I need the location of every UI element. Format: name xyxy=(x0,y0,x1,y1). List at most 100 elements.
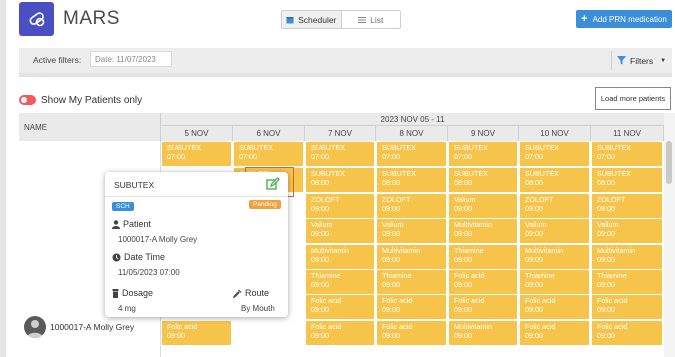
popup-medication-title: SUBUTEX xyxy=(114,180,155,190)
dose-cell[interactable]: ZOLOFT 09:00 xyxy=(520,194,589,218)
status-badge: Pending xyxy=(249,200,281,209)
dose-time: 09:00 xyxy=(311,255,329,264)
dose-medication-name: ZOLOFT xyxy=(311,195,340,204)
dose-time: 09:00 xyxy=(311,305,329,314)
dose-medication-name: Valium xyxy=(382,220,404,229)
dose-time: 09:00 xyxy=(382,305,400,314)
dose-time: 09:00 xyxy=(525,204,543,213)
dose-time: 09:00 xyxy=(597,305,615,314)
my-patients-toggle[interactable] xyxy=(19,95,36,105)
dose-cell[interactable]: Folic acid 09:00 xyxy=(162,321,231,345)
dose-cell[interactable]: Multivitamin 09:00 xyxy=(592,245,662,269)
dosage-section-label: Dosage xyxy=(112,288,153,298)
dose-medication-name: Folic acid xyxy=(382,322,413,331)
dose-cell[interactable]: SUBUTEX08:00 xyxy=(377,168,446,192)
dose-time: 09:00 xyxy=(525,331,543,340)
dose-medication-name: Thiamine xyxy=(311,271,341,280)
dose-cell[interactable]: Folic acid 09:00 xyxy=(377,321,446,345)
dose-cell[interactable]: Thiamine 09:00 xyxy=(449,245,517,269)
dose-time: 09:00 xyxy=(454,280,472,289)
dose-cell[interactable]: Folic acid 09:00 xyxy=(377,295,446,319)
dose-cell[interactable]: Valium 09:00 xyxy=(377,219,446,243)
dose-cell[interactable]: Folic acid 09:00 xyxy=(306,321,374,345)
day-header-4: 9 NOV xyxy=(448,126,519,141)
dose-time: 09:00 xyxy=(597,255,615,264)
dose-time: 09:00 xyxy=(311,280,329,289)
dose-cell[interactable]: SUBUTEX08:00 xyxy=(306,168,374,192)
dose-cell[interactable]: SUBUTEX 07:00 xyxy=(377,142,446,166)
dose-cell[interactable]: ZOLOFT 09:00 xyxy=(377,194,446,218)
dose-cell[interactable]: Folic acid 09:00 xyxy=(520,321,589,345)
dose-cell[interactable]: Folic acid 09:00 xyxy=(449,270,517,294)
filter-bar-divider xyxy=(19,73,672,77)
dose-cell[interactable]: Folic acid 09:00 xyxy=(449,295,517,319)
scrollbar-thumb[interactable] xyxy=(666,141,672,184)
dose-cell[interactable]: SUBUTEX 07:00 xyxy=(162,142,231,166)
dose-medication-name: SUBUTEX xyxy=(311,169,345,178)
dose-cell[interactable]: Multivitamin 09:00 xyxy=(377,245,446,269)
dose-cell[interactable]: Multivitamin 09:00 xyxy=(520,245,589,269)
name-column-header[interactable]: NAME xyxy=(19,113,161,141)
dose-cell[interactable]: SUBUTEX08:00 xyxy=(520,168,589,192)
edit-icon[interactable] xyxy=(266,177,280,191)
dose-cell[interactable]: Thiamine 09:00 xyxy=(592,270,662,294)
dose-medication-name: Multivitamin xyxy=(454,220,492,229)
active-filters-label: Active filters: xyxy=(33,55,82,65)
route-section-label: Route xyxy=(233,288,269,298)
dose-cell[interactable]: SUBUTEX 07:00 xyxy=(592,142,662,166)
date-filter-field[interactable]: Date: 11/07/2023 xyxy=(90,51,172,67)
dose-cell[interactable]: SUBUTEX 07:00 xyxy=(306,142,374,166)
dose-cell[interactable]: Multivitamin 09:00 xyxy=(449,321,517,345)
dose-medication-name: Thiamine xyxy=(597,271,627,280)
dose-time: 09:00 xyxy=(525,255,543,264)
day-header-5: 10 NOV xyxy=(519,126,591,141)
dose-time: 09:00 xyxy=(597,331,615,340)
route-label-text: Route xyxy=(245,288,270,298)
dose-cell[interactable]: Folic acid 09:00 xyxy=(520,295,589,319)
dose-cell[interactable]: ZOLOFT 09:00 xyxy=(592,194,662,218)
dose-cell[interactable]: SUBUTEX08:00 xyxy=(449,168,517,192)
dose-cell[interactable]: Folic acid 09:00 xyxy=(306,295,374,319)
tab-list[interactable]: List xyxy=(342,11,401,28)
dose-cell[interactable]: SUBUTEX08:00 xyxy=(592,168,662,192)
tab-scheduler[interactable]: Scheduler xyxy=(282,11,342,28)
dose-cell[interactable]: ZOLOFT 09:00 xyxy=(306,194,374,218)
dose-cell[interactable]: Valium 09:00 xyxy=(449,194,517,218)
dose-cell[interactable]: Thiamine 09:00 xyxy=(306,270,374,294)
patient-label-text: Patient xyxy=(123,219,152,229)
load-more-patients-button[interactable]: Load more patients xyxy=(595,87,671,110)
day-header-0: 5 NOV xyxy=(161,126,233,141)
dose-cell[interactable]: Folic acid 09:00 xyxy=(592,295,662,319)
pills-icon xyxy=(29,12,44,27)
dose-cell[interactable]: Multivitamin 09:00 xyxy=(306,245,374,269)
dose-medication-name: SUBUTEX xyxy=(525,143,559,152)
dose-time: 09:00 xyxy=(382,331,400,340)
dose-cell[interactable]: Folic acid 09:00 xyxy=(592,321,662,345)
dose-cell[interactable]: Valium 09:00 xyxy=(592,219,662,243)
dose-time: 09:00 xyxy=(525,305,543,314)
dose-cell[interactable]: Valium 09:00 xyxy=(520,219,589,243)
dose-cell[interactable]: SUBUTEX 07:00 xyxy=(449,142,517,166)
dose-cell[interactable]: Thiamine 09:00 xyxy=(377,270,446,294)
dose-cell[interactable]: SUBUTEX 07:00 xyxy=(234,142,303,166)
dose-cell[interactable]: Multivitamin 09:00 xyxy=(449,219,517,243)
dose-medication-name: Folic acid xyxy=(382,296,413,305)
dose-time: 09:00 xyxy=(382,280,400,289)
dose-time: 09:00 xyxy=(454,229,472,238)
view-toggle: Scheduler List xyxy=(281,10,401,29)
add-prn-medication-button[interactable]: + Add PRN medication xyxy=(576,10,672,28)
dose-medication-name: Folic acid xyxy=(167,322,198,331)
dose-time: 09:00 xyxy=(167,331,185,340)
filters-button[interactable]: Filters ▼ xyxy=(617,52,667,69)
popup-datetime-value: 11/05/2023 07:00 xyxy=(118,268,180,277)
dose-cell[interactable]: Thiamine 09:00 xyxy=(520,270,589,294)
dose-medication-name: SUBUTEX xyxy=(382,169,416,178)
app-logo[interactable] xyxy=(19,2,54,36)
dose-cell[interactable]: Valium 09:00 xyxy=(306,219,374,243)
schedule-type-badge: SCH xyxy=(112,202,134,211)
patient-name[interactable]: 1000017-A Molly Grey xyxy=(50,322,134,332)
dose-cell[interactable]: SUBUTEX 07:00 xyxy=(520,142,589,166)
dose-time: 09:00 xyxy=(311,229,329,238)
dose-medication-name: Folic acid xyxy=(597,296,628,305)
dose-time: 07:00 xyxy=(454,152,472,161)
